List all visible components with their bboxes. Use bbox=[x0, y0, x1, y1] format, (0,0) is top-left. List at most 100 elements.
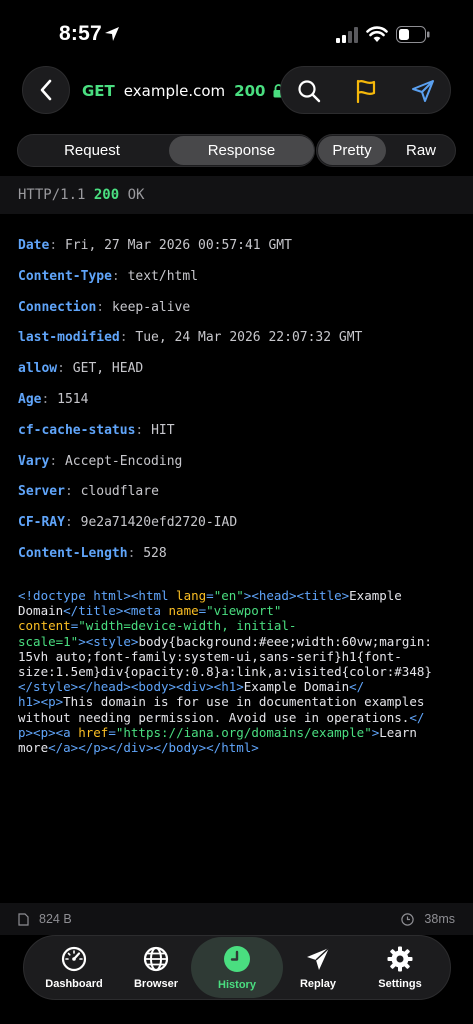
code-token: Learn bbox=[379, 724, 417, 740]
code-token: </title><meta bbox=[63, 603, 169, 619]
tab-dashboard[interactable]: Dashboard bbox=[30, 936, 118, 999]
view-mode-toggle: Pretty Raw bbox=[316, 134, 456, 167]
code-token: lang bbox=[176, 588, 207, 603]
search-button[interactable] bbox=[281, 67, 337, 115]
code-token: 15vh auto;font-family:system-ui,sans-ser… bbox=[18, 648, 402, 664]
tab-dashboard-label: Dashboard bbox=[45, 977, 103, 990]
status-time: 8:57 bbox=[59, 22, 102, 45]
gear-icon bbox=[387, 946, 413, 971]
header-value: keep-alive bbox=[111, 299, 191, 315]
tab-browser[interactable]: Browser bbox=[112, 936, 200, 999]
header-name: Date bbox=[18, 238, 50, 253]
code-token: Example Domain bbox=[243, 679, 350, 695]
flag-button[interactable] bbox=[338, 67, 394, 115]
body-code-line: content="width=device-width, initial- bbox=[18, 618, 462, 633]
response-status-line: HTTP/1.1 200 OK bbox=[0, 176, 473, 214]
body-code-line: <!doctype html><html lang="en"><head><ti… bbox=[18, 588, 462, 603]
code-token: ><style> bbox=[78, 633, 139, 649]
back-button[interactable] bbox=[22, 66, 70, 114]
cellular-signal-icon bbox=[336, 27, 358, 43]
header-separator: : bbox=[64, 484, 81, 500]
code-token: ><head><title> bbox=[243, 588, 350, 603]
code-token: href bbox=[78, 724, 109, 740]
header-separator: : bbox=[135, 422, 152, 438]
header-separator: : bbox=[64, 515, 81, 531]
header-separator: : bbox=[119, 330, 136, 346]
request-response-toggle: Request Response bbox=[17, 134, 315, 167]
header-row: allow: GET, HEAD bbox=[18, 359, 458, 390]
status-line-text: OK bbox=[127, 187, 145, 203]
response-size-value: 824 B bbox=[39, 912, 72, 926]
tab-request[interactable]: Request bbox=[18, 135, 166, 166]
header-name: Content-Type bbox=[18, 268, 112, 284]
body-code-line: p><p><a href="https://iana.org/domains/e… bbox=[18, 725, 462, 740]
header-separator: : bbox=[41, 391, 58, 407]
header-separator: : bbox=[96, 299, 112, 315]
location-arrow-icon bbox=[105, 27, 119, 41]
header-separator: : bbox=[127, 545, 144, 561]
code-token: "en" bbox=[213, 588, 244, 603]
body-code-line: 15vh auto;font-family:system-ui,sans-ser… bbox=[18, 649, 462, 664]
body-code-line: size:1.5em}div{opacity:0.8}a:link,a:visi… bbox=[18, 664, 462, 679]
wifi-icon bbox=[366, 26, 388, 42]
code-token: "https://iana.org/domains/example" bbox=[115, 724, 372, 740]
request-method: GET bbox=[82, 82, 115, 100]
tab-history-label: History bbox=[218, 978, 256, 991]
header-value: 1514 bbox=[57, 391, 89, 407]
code-token: </ bbox=[349, 679, 365, 695]
code-token: size:1.5em}div{opacity:0.8}a:link,a:visi… bbox=[18, 663, 432, 679]
request-host: example.com bbox=[123, 82, 226, 100]
send-button[interactable] bbox=[395, 67, 451, 115]
globe-icon bbox=[143, 946, 169, 971]
code-token: <html bbox=[130, 588, 177, 603]
response-duration-value: 38ms bbox=[424, 912, 455, 926]
code-token: Domain bbox=[18, 603, 64, 619]
request-summary: GET example.com 200 bbox=[82, 81, 284, 101]
header-value: 9e2a71420efd2720-IAD bbox=[80, 515, 238, 531]
body-code-line: without needing permission. Avoid use in… bbox=[18, 710, 462, 725]
code-token: p><p><a bbox=[18, 724, 79, 740]
code-token: = bbox=[206, 588, 214, 603]
tab-settings[interactable]: Settings bbox=[356, 936, 444, 999]
header-value: GET, HEAD bbox=[72, 361, 144, 377]
code-token: content bbox=[18, 618, 71, 634]
gauge-icon bbox=[61, 946, 87, 971]
tab-history[interactable]: History bbox=[191, 937, 283, 998]
response-status-code: 200 bbox=[234, 82, 266, 100]
paper-plane-icon bbox=[412, 80, 434, 102]
header-name: Server bbox=[18, 484, 65, 500]
header-value: Tue, 24 Mar 2026 22:07:32 GMT bbox=[135, 330, 363, 346]
code-token: scale=1" bbox=[18, 633, 79, 649]
tab-raw[interactable]: Raw bbox=[387, 135, 455, 166]
response-duration: 38ms bbox=[401, 912, 455, 926]
header-row: Age: 1514 bbox=[18, 390, 458, 421]
paper-plane-icon bbox=[307, 946, 330, 970]
code-token: without needing permission. Avoid use in… bbox=[18, 709, 410, 725]
response-footer: 824 B 38ms bbox=[0, 903, 473, 935]
body-code-line: Domain</title><meta name="viewport" bbox=[18, 603, 462, 618]
tab-pretty[interactable]: Pretty bbox=[318, 136, 386, 165]
code-token: </style></head><body><div><h1> bbox=[18, 679, 244, 695]
header-value: Accept-Encoding bbox=[64, 453, 183, 469]
tab-browser-label: Browser bbox=[133, 977, 179, 990]
flag-icon bbox=[356, 79, 376, 103]
tab-replay[interactable]: Replay bbox=[274, 936, 362, 999]
header-name: allow bbox=[18, 361, 58, 377]
code-token: <!doctype html> bbox=[18, 588, 131, 603]
code-token: = bbox=[108, 724, 116, 740]
header-name: Vary bbox=[18, 453, 50, 469]
tab-response[interactable]: Response bbox=[169, 136, 314, 165]
header-name: last-modified bbox=[18, 330, 120, 346]
code-token: "width=device-width, initial- bbox=[78, 618, 297, 634]
header-row: Vary: Accept-Encoding bbox=[18, 452, 458, 483]
header-separator: : bbox=[49, 238, 65, 253]
battery-icon bbox=[396, 26, 430, 43]
body-code-line: more</a></p></div></body></html> bbox=[18, 740, 462, 755]
response-body: <!doctype html><html lang="en"><head><ti… bbox=[18, 588, 462, 755]
header-value: text/html bbox=[127, 268, 199, 284]
body-code-line: </style></head><body><div><h1>Example Do… bbox=[18, 679, 462, 694]
header-value: cloudflare bbox=[80, 484, 159, 500]
code-token: </a></p></div></body></html> bbox=[48, 739, 259, 755]
code-token: body{background:#eee;width:60vw;margin: bbox=[138, 633, 432, 649]
tab-settings-label: Settings bbox=[378, 977, 422, 990]
